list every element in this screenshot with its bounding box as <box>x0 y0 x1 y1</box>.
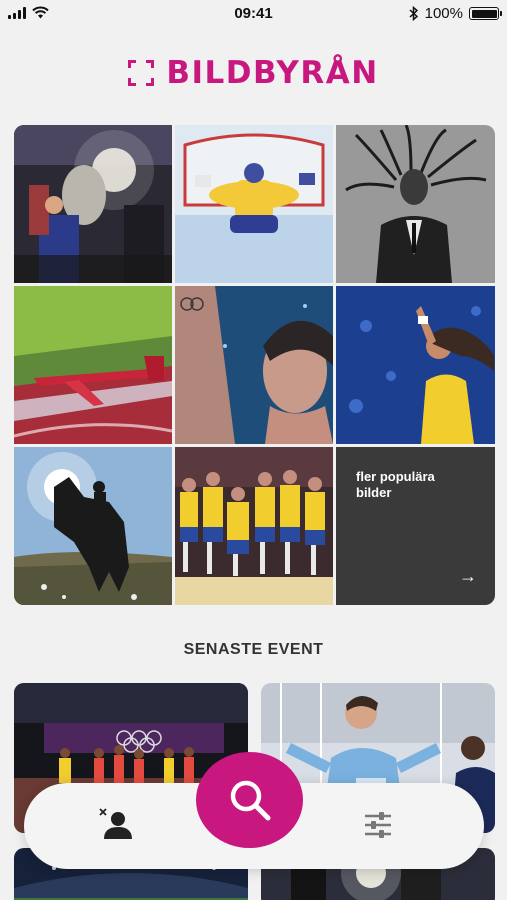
footballer-celebration-photo[interactable] <box>336 286 495 444</box>
aerobatic-plane-photo[interactable] <box>14 286 172 444</box>
swimmer-portrait-photo[interactable] <box>175 286 333 444</box>
status-bar: 09:41 100% <box>0 0 507 28</box>
popular-photo-grid: fler populära bilder → <box>14 125 495 605</box>
search-button[interactable] <box>196 752 303 848</box>
section-title-latest-events: SENASTE EVENT <box>183 641 324 658</box>
more-popular-label: fler populära bilder <box>356 469 435 500</box>
filter-button[interactable] <box>362 809 394 841</box>
logo-mark-icon <box>128 60 155 86</box>
bluetooth-icon <box>409 6 418 21</box>
battery-icon <box>469 7 502 20</box>
profile-icon <box>99 808 132 839</box>
more-popular-button[interactable]: fler populära bilder → <box>336 447 495 605</box>
hockey-goalie-photo[interactable] <box>175 125 333 283</box>
handball-team-photo[interactable] <box>175 447 333 605</box>
brand-logo: BILDBYRÅN <box>0 55 507 91</box>
profile-button[interactable] <box>94 807 134 847</box>
filter-icon <box>365 812 391 838</box>
brand-name: BILDBYRÅN <box>166 55 379 91</box>
arrow-right-icon: → <box>459 566 477 586</box>
equestrian-rider-photo[interactable] <box>14 447 172 605</box>
trophy-celebration-photo[interactable] <box>14 125 172 283</box>
dreadlocks-portrait-photo[interactable] <box>336 125 495 283</box>
battery-percent: 100% <box>424 5 463 22</box>
search-icon <box>230 780 270 821</box>
